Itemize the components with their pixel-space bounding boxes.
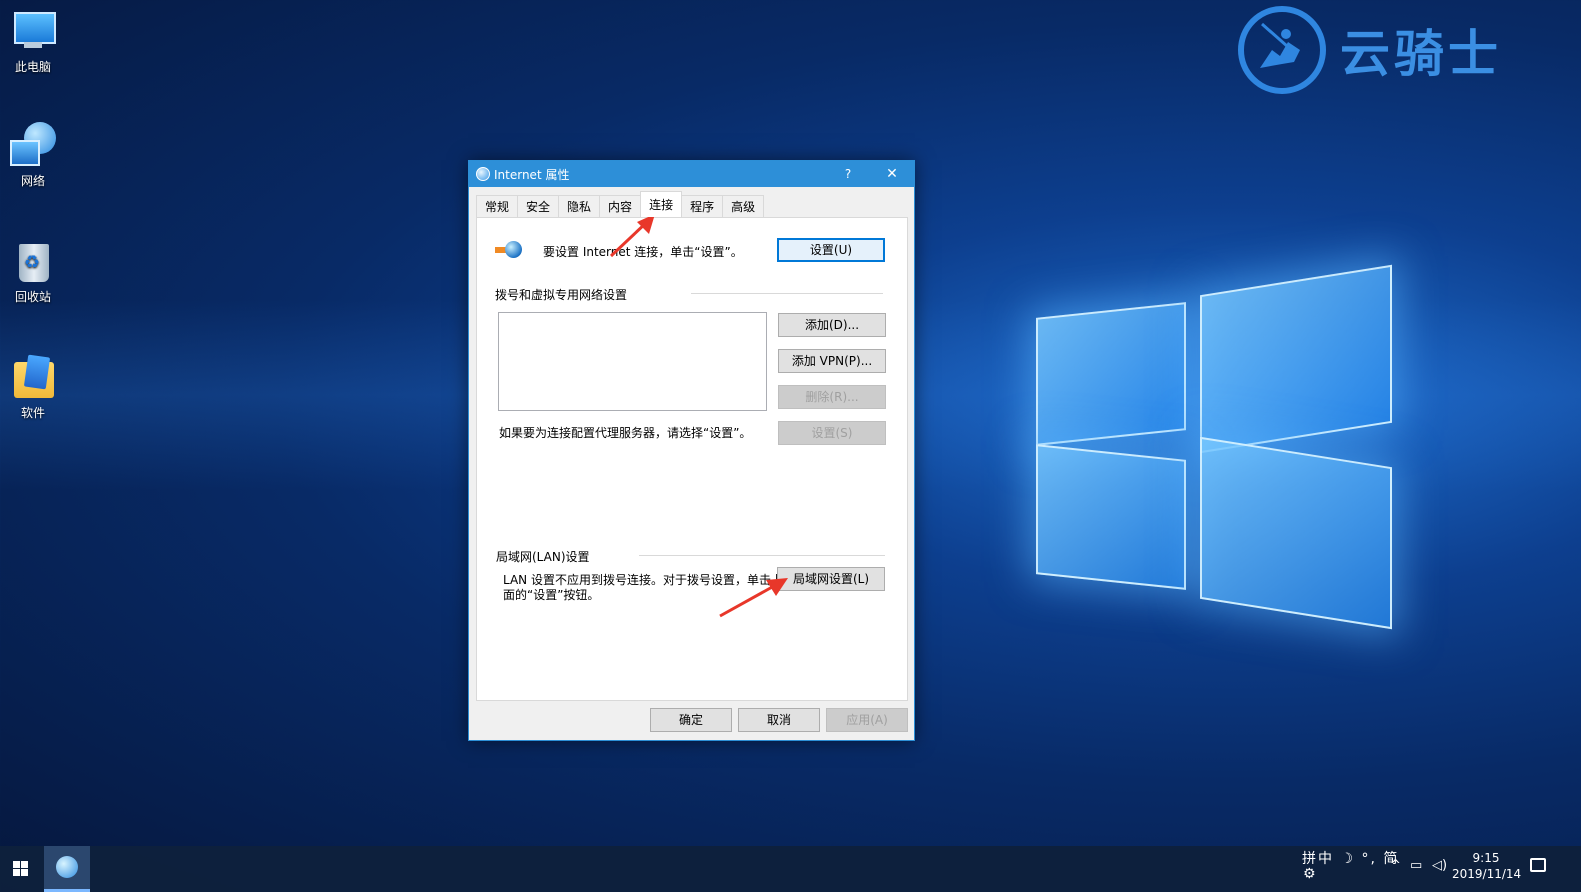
taskbar: 拼中 ☽ °, 简 ⚙ ^ ▭ ◁) 9:15 2019/11/14 [0,846,1581,892]
group-divider [691,293,883,294]
desktop-icon-label: 此电脑 [14,60,51,74]
desktop-icon-software[interactable]: 软件 [4,354,62,421]
tab-connections[interactable]: 连接 [640,191,683,217]
lan-settings-button[interactable]: 局域网设置(L) [777,567,885,591]
dialog-title: Internet 属性 [494,167,570,182]
desktop-icon-network[interactable]: 网络 [4,122,62,189]
proxy-note: 如果要为连接配置代理服务器，请选择“设置”。 [499,426,752,440]
notification-icon[interactable] [1530,858,1546,872]
connections-panel: 要设置 Internet 连接，单击“设置”。 设置(U) 拨号和虚拟专用网络设… [476,217,908,701]
remove-button[interactable]: 删除(R)... [778,385,886,409]
recycle-bin-icon [10,238,56,284]
apply-button[interactable]: 应用(A) [826,708,908,732]
tab-general[interactable]: 常规 [476,195,519,217]
windows-logo-wallpaper [1030,262,1400,632]
lan-group-title: 局域网(LAN)设置 [496,550,590,564]
tab-privacy[interactable]: 隐私 [558,195,601,217]
connection-list[interactable] [498,312,767,411]
add-button[interactable]: 添加(D)... [778,313,886,337]
folder-icon [10,354,56,400]
annotation-arrow-icon [719,578,788,618]
desktop-icon-label: 回收站 [14,290,51,304]
tab-security[interactable]: 安全 [517,195,560,217]
knight-logo-icon [1238,6,1326,94]
clock-time: 9:15 [1472,851,1500,865]
lan-note-line2: 面的“设置”按钮。 [503,588,600,602]
setup-button[interactable]: 设置(U) [777,238,885,262]
close-button[interactable]: ✕ [870,161,914,187]
network-icon [10,122,56,168]
desktop-icon-recycle-bin[interactable]: 回收站 [4,238,62,305]
internet-options-icon [476,167,490,181]
network-status-icon[interactable]: ▭ [1410,858,1422,892]
internet-connection-icon [495,240,523,260]
internet-options-icon [56,856,78,878]
vpn-settings-button[interactable]: 设置(S) [778,421,886,445]
group-divider [639,555,885,556]
ime-indicator[interactable]: 拼中 ☽ °, 简 [1302,848,1399,892]
desktop-icon-label: 软件 [20,406,45,420]
cancel-button[interactable]: 取消 [738,708,820,732]
taskbar-app-internet-options[interactable] [44,846,90,892]
ok-button[interactable]: 确定 [650,708,732,732]
watermark-logo: 云骑士 [1238,6,1502,94]
tab-programs[interactable]: 程序 [681,195,724,217]
chevron-up-icon[interactable]: ^ [1390,858,1401,892]
clock-date: 2019/11/14 [1452,867,1522,881]
system-clock[interactable]: 9:15 2019/11/14 [1452,850,1522,882]
gear-icon[interactable]: ⚙ [1303,866,1316,892]
dialog-titlebar[interactable]: Internet 属性 ? ✕ [469,161,914,187]
vpn-group-title: 拨号和虚拟专用网络设置 [495,288,628,302]
watermark-text: 云骑士 [1340,25,1502,83]
add-vpn-button[interactable]: 添加 VPN(P)... [778,349,886,373]
internet-properties-dialog: Internet 属性 ? ✕ 常规 安全 隐私 内容 连接 程序 高级 要设置… [468,160,915,741]
desktop-icon-label: 网络 [20,174,45,188]
help-button[interactable]: ? [826,161,870,187]
computer-icon [10,8,56,54]
start-button[interactable] [0,846,42,892]
desktop-icon-this-pc[interactable]: 此电脑 [4,8,62,75]
volume-icon[interactable]: ◁) [1432,858,1447,892]
tab-advanced[interactable]: 高级 [722,195,765,217]
